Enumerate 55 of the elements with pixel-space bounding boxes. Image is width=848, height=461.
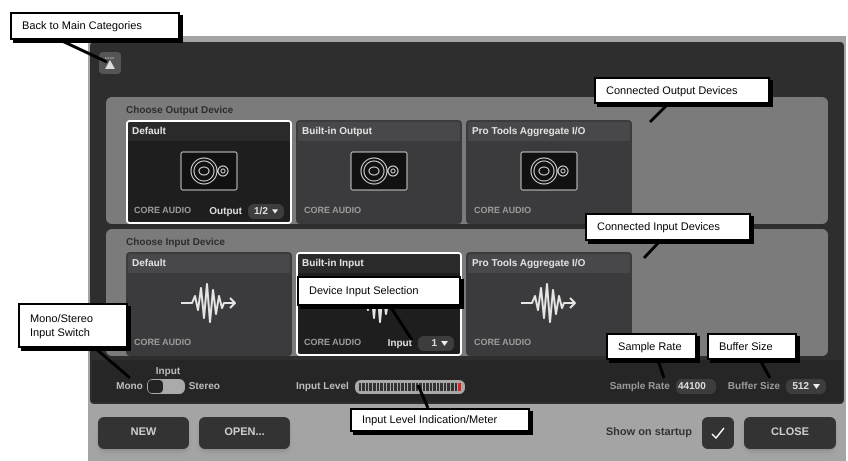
callout-label: Connected Input Devices: [585, 213, 751, 241]
speaker-icon: [180, 150, 238, 190]
mono-label: Mono: [116, 380, 143, 394]
speaker-icon: [350, 150, 408, 190]
callout-label: Back to Main Categories: [10, 12, 180, 40]
channel-label: Output: [209, 204, 242, 218]
channel-dropdown[interactable]: 512: [786, 379, 826, 394]
caret-icon: [272, 208, 278, 214]
dialog-button[interactable]: NEW: [98, 416, 189, 448]
device-card[interactable]: Built-in Output CORE AUDIO: [296, 120, 462, 224]
callout-label: Sample Rate: [606, 333, 697, 360]
device-card[interactable]: Default CORE AUDIO Output 1/2: [126, 120, 292, 224]
startup-checkbox[interactable]: [702, 416, 734, 448]
up-arrow-icon: [103, 56, 117, 70]
close-button[interactable]: CLOSE: [744, 416, 836, 448]
callout-label: Mono/Stereo Input Switch: [18, 303, 128, 348]
channel-dropdown[interactable]: 1: [418, 336, 454, 350]
mono-stereo-switch[interactable]: [146, 379, 185, 394]
driver-label: CORE AUDIO: [134, 204, 192, 218]
device-name: Pro Tools Aggregate I/O: [472, 257, 586, 271]
channel-dropdown[interactable]: 44100: [676, 379, 716, 394]
speaker-icon: [520, 150, 578, 190]
leader-line: [416, 384, 430, 409]
device-name: Default: [132, 257, 166, 271]
device-name: Default: [132, 125, 166, 139]
driver-label: CORE AUDIO: [134, 336, 192, 350]
waveform-icon: [520, 282, 578, 324]
channel-label: Input: [388, 336, 412, 350]
device-name: Built-in Output: [302, 125, 372, 139]
show-on-startup-label: Show on startup: [606, 425, 692, 440]
waveform-icon: [180, 282, 238, 324]
switch-title: Input: [156, 365, 180, 379]
callout-label: Connected Output Devices: [594, 77, 770, 104]
driver-label: CORE AUDIO: [304, 336, 362, 350]
device-name: Pro Tools Aggregate I/O: [472, 125, 586, 139]
callout-label: Input Level Indication/Meter: [350, 408, 530, 432]
back-button[interactable]: [99, 52, 121, 74]
dialog-button[interactable]: OPEN...: [199, 416, 290, 448]
caret-icon: [813, 384, 820, 389]
device-card[interactable]: Default CORE AUDIO: [126, 252, 292, 356]
section-title: Choose Input Device: [126, 236, 225, 250]
device-name: Built-in Input: [302, 257, 364, 271]
callout-label: Buffer Size: [707, 333, 797, 360]
section-title: Choose Output Device: [126, 104, 234, 118]
caret-icon: [441, 340, 448, 346]
checkmark-icon: [711, 426, 725, 438]
driver-label: CORE AUDIO: [474, 204, 532, 218]
channel-dropdown[interactable]: 1/2: [248, 204, 284, 218]
buffer-size-label: Buffer Size: [728, 380, 780, 394]
driver-label: CORE AUDIO: [474, 336, 532, 350]
stereo-label: Stereo: [188, 380, 220, 394]
driver-label: CORE AUDIO: [304, 204, 362, 218]
input-level-label: Input Level: [296, 380, 349, 394]
sample-rate-label: Sample Rate: [610, 380, 670, 394]
callout-label: Device Input Selection: [297, 276, 461, 306]
